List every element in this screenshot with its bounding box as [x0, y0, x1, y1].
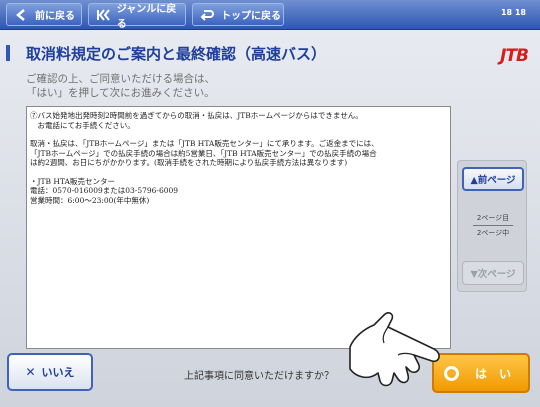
terms-line: 「JTBホームページ」での払戻手続の場合は約5営業日、「JTB HTA販売センタ…	[30, 148, 377, 158]
screen-counter: 18 18	[500, 8, 526, 17]
consent-question: 上記事項に同意いただけますか？	[184, 371, 334, 382]
genre-back-button[interactable]: ジャンルに戻る	[88, 3, 186, 30]
page-instructions: ご確認の上、ご同意いただける場合は、 「はい」を押して次にお進みください。	[26, 72, 215, 100]
chevron-left-icon	[13, 7, 29, 23]
pointing-hand-icon	[349, 312, 440, 387]
terms-line: ⑦バス始発地出発時刻2時間前を過ぎてからの取消・払戻は、JTBホームページからは…	[30, 111, 363, 120]
yes-button-label: は い	[475, 366, 512, 381]
instructions-line-1: ご確認の上、ご同意いただける場合は、	[26, 73, 215, 85]
no-button-label: いいえ	[41, 366, 75, 379]
terms-line: 電話：0570-016009または03-5796-6009	[30, 186, 179, 195]
back-button-label: 前に戻る	[35, 11, 75, 22]
title-accent-bar	[6, 45, 10, 61]
previous-page-button[interactable]: ▲前ページ	[462, 167, 524, 191]
close-icon: ✕	[25, 365, 36, 379]
screen: 前に戻る ジャンルに戻る トップに戻る 18 18 取消料規定のご案内と最終確認…	[0, 0, 540, 407]
terms-line: 取消・払戻は、「JTBホームページ」または「JTB HTA販売センター」にて承り…	[30, 139, 379, 148]
genre-back-button-label: ジャンルに戻る	[116, 3, 177, 30]
terms-line: は約2週間、お日にちがかかります。(取消手続をされた時期により払戻手続方法は異な…	[30, 158, 348, 167]
terms-content: ⑦バス始発地出発時刻2時間前を過ぎてからの取消・払戻は、JTBホームページからは…	[30, 111, 440, 205]
back-button[interactable]: 前に戻る	[6, 3, 82, 26]
jtb-logo: JTB	[500, 46, 529, 66]
no-button[interactable]: ✕ いいえ	[7, 353, 93, 391]
top-navigation-bar: 前に戻る ジャンルに戻る トップに戻る 18 18	[0, 0, 540, 30]
top-page-button[interactable]: トップに戻る	[192, 3, 284, 26]
terms-line: お電話にてお手続ください。	[30, 120, 135, 130]
current-page: 2ページ目	[476, 214, 510, 222]
return-arrow-icon	[199, 7, 215, 23]
page-indicator: 2ページ目 2ページ中	[458, 213, 528, 238]
next-page-button[interactable]: ▼次ページ	[462, 261, 524, 285]
terms-line: ・JTB HTA販売センター	[30, 176, 115, 186]
top-page-button-label: トップに戻る	[221, 11, 281, 22]
total-pages: 2ページ中	[476, 229, 510, 237]
page-title: 取消料規定のご案内と最終確認（高速バス）	[26, 45, 327, 63]
terms-line: 営業時間：6:00～23:00(年中無休)	[30, 195, 150, 205]
skip-back-icon	[95, 7, 111, 23]
page-navigator: ▲前ページ 2ページ目 2ページ中 ▼次ページ	[457, 160, 527, 292]
instructions-line-2: 「はい」を押して次にお進みください。	[26, 87, 215, 99]
